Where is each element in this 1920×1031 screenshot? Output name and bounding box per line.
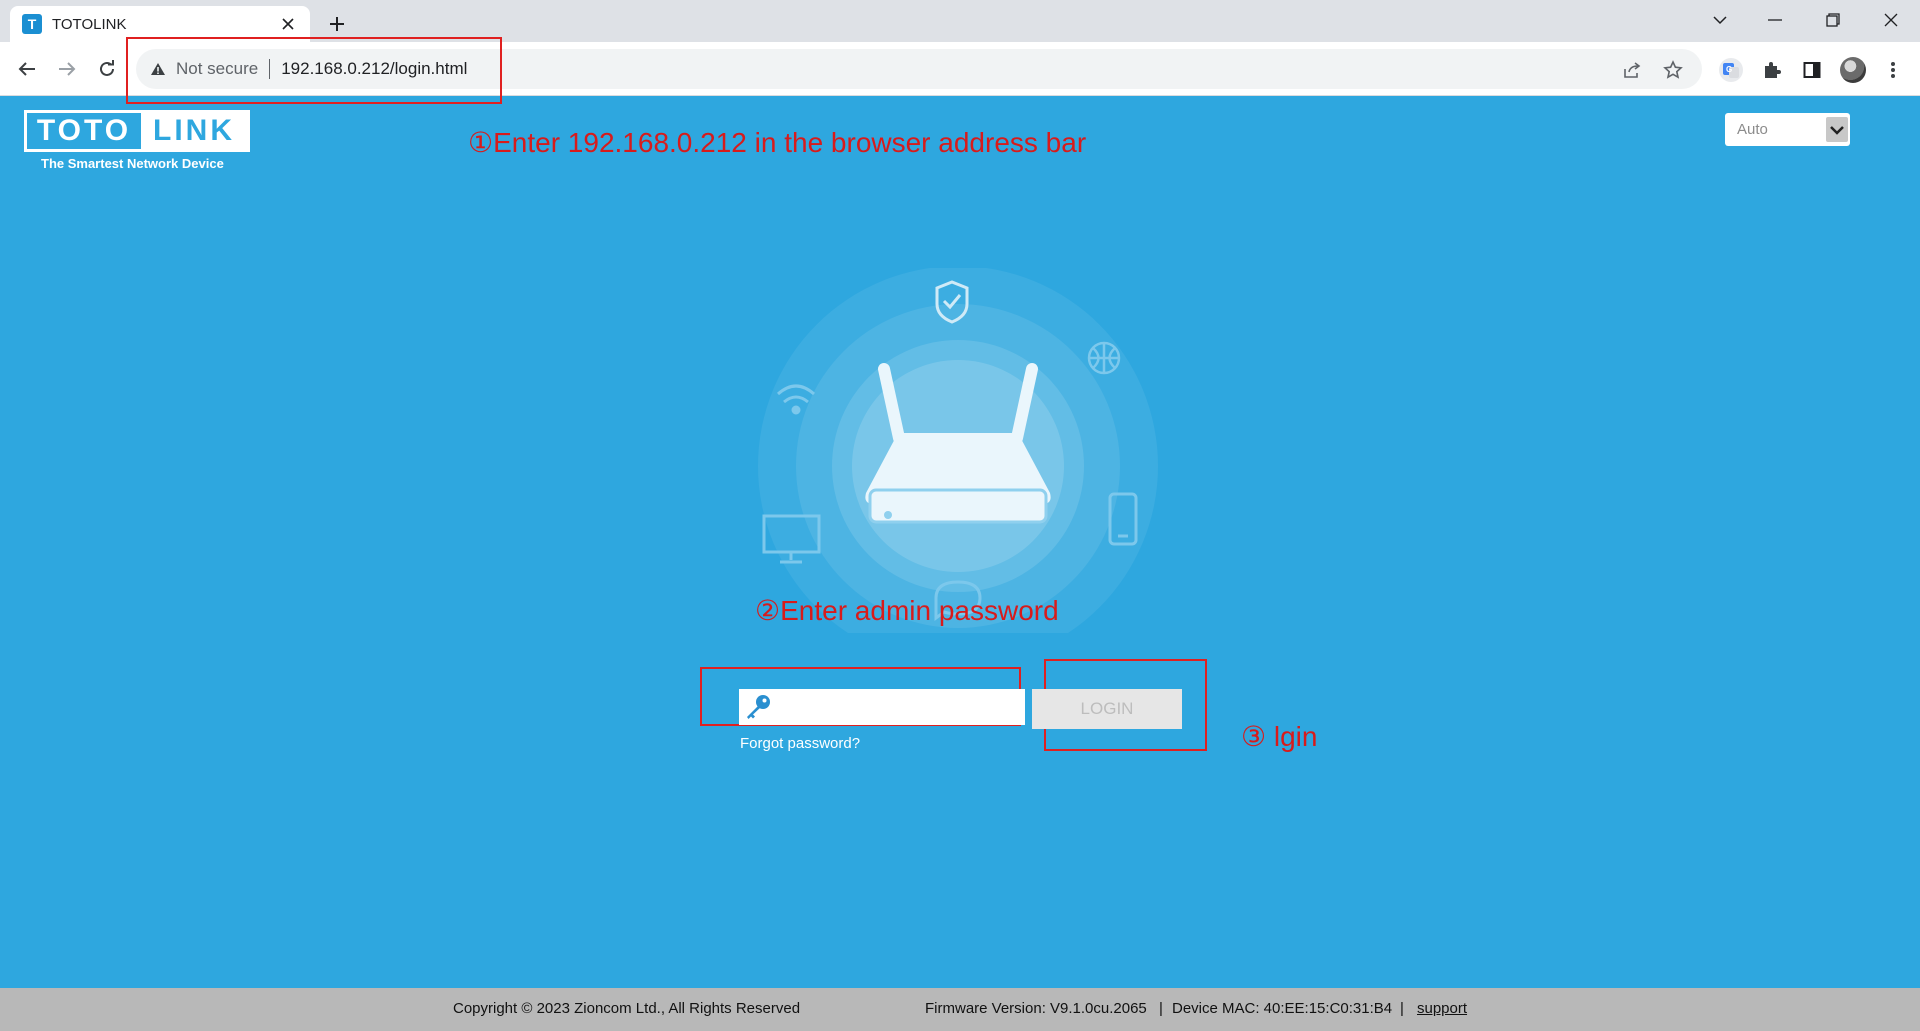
extensions-puzzle-icon[interactable]: [1759, 57, 1785, 83]
logo-box: TOTO LINK: [24, 110, 250, 152]
login-button[interactable]: LOGIN: [1032, 689, 1182, 729]
footer-copyright: Copyright © 2023 Zioncom Ltd., All Right…: [453, 1000, 801, 1017]
minimize-icon[interactable]: [1755, 4, 1795, 36]
reload-icon[interactable]: [90, 52, 124, 86]
annotation-step1: ①Enter 192.168.0.212 in the browser addr…: [468, 127, 1087, 158]
svg-text:G: G: [1726, 65, 1732, 74]
page-footer: Copyright © 2023 Zioncom Ltd., All Right…: [0, 988, 1920, 1031]
annotation-step2: ②Enter admin password: [755, 595, 1059, 626]
language-selected-value: Auto: [1737, 121, 1768, 138]
annotation-box-address: [126, 37, 502, 104]
footer-separator: |: [1159, 1000, 1163, 1017]
logo-tagline: The Smartest Network Device: [41, 156, 224, 171]
language-select[interactable]: Auto: [1725, 113, 1850, 146]
logo-text-right: LINK: [141, 113, 247, 149]
globe-icon: [1087, 341, 1121, 375]
share-icon[interactable]: [1621, 59, 1643, 81]
bookmark-star-icon[interactable]: [1662, 59, 1684, 81]
router-illustration: [758, 268, 1158, 633]
tab-close-icon[interactable]: [278, 14, 298, 34]
side-panel-icon[interactable]: [1799, 57, 1825, 83]
footer-support-link[interactable]: support: [1417, 1000, 1467, 1017]
logo-text-left: TOTO: [36, 114, 132, 147]
profile-avatar[interactable]: [1840, 57, 1866, 83]
footer-firmware: Firmware Version: V9.1.0cu.2065: [925, 1000, 1147, 1017]
password-input[interactable]: [739, 689, 1025, 725]
forgot-password-link[interactable]: Forgot password?: [740, 735, 860, 752]
chevron-down-icon: [1826, 117, 1848, 142]
restore-icon[interactable]: [1813, 4, 1853, 36]
footer-separator: |: [1400, 1000, 1404, 1017]
close-window-icon[interactable]: [1871, 4, 1911, 36]
annotation-step3: ③ lgin: [1241, 721, 1318, 752]
totolink-logo: TOTO LINK The Smartest Network Device: [24, 110, 250, 171]
tab-title: TOTOLINK: [52, 15, 127, 33]
key-icon: [747, 695, 770, 719]
totolink-favicon-icon: T: [22, 14, 42, 34]
google-translate-icon[interactable]: G: [1718, 57, 1744, 83]
back-icon[interactable]: [10, 52, 44, 86]
forward-icon[interactable]: [50, 52, 84, 86]
tab-search-chevron-icon[interactable]: [1700, 4, 1740, 36]
footer-mac: Device MAC: 40:EE:15:C0:31:B4: [1172, 1000, 1393, 1017]
browser-menu-icon[interactable]: [1880, 57, 1906, 83]
new-tab-icon[interactable]: [322, 9, 352, 39]
tab-strip: T TOTOLINK: [0, 0, 1920, 42]
